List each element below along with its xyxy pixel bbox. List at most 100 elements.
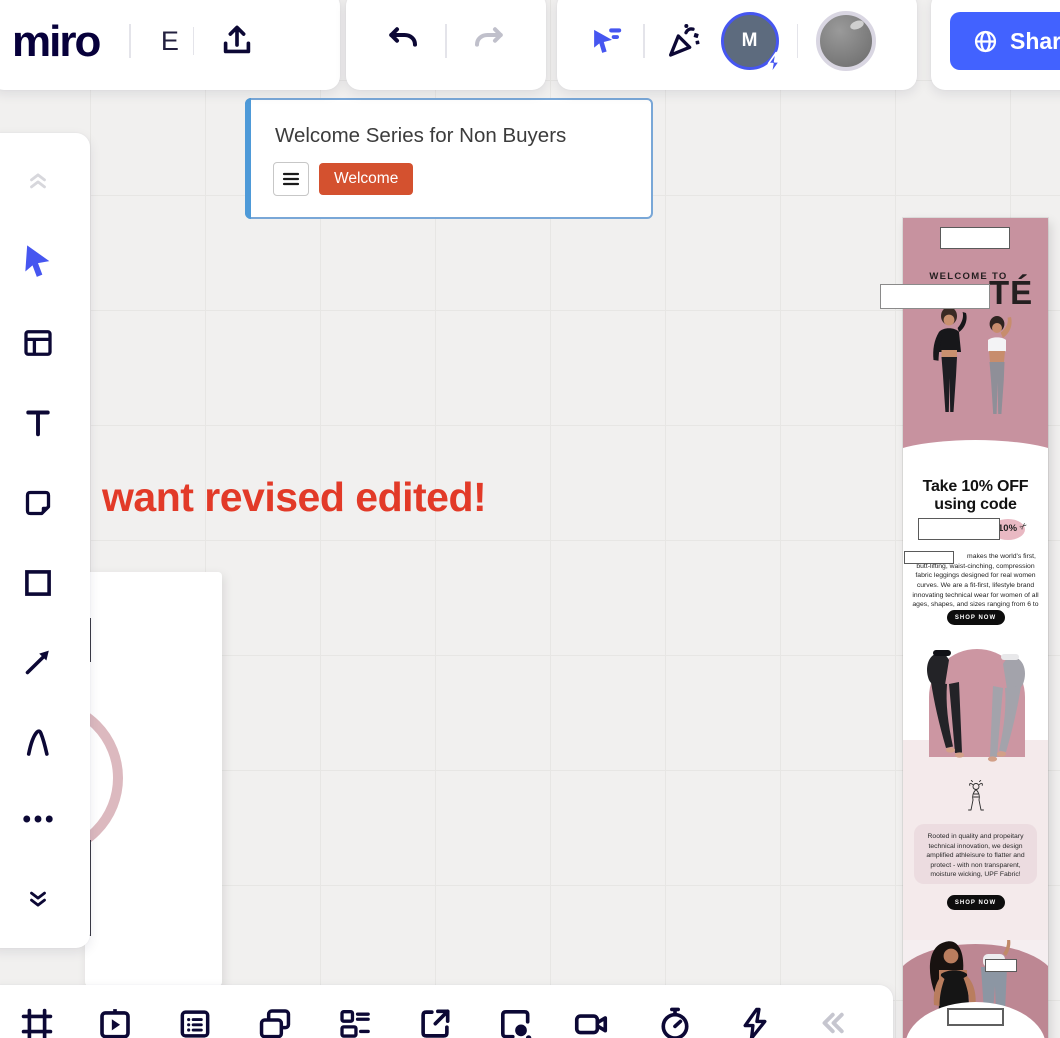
ellipsis-icon xyxy=(23,815,53,823)
email-quality-blurb: Rooted in quality and propeitary technic… xyxy=(914,824,1037,884)
leggings-illustration xyxy=(927,650,1025,762)
divider xyxy=(129,24,131,58)
video-button[interactable] xyxy=(572,1005,610,1038)
export-view-button[interactable] xyxy=(416,1005,454,1038)
recording-button[interactable] xyxy=(496,1005,534,1038)
redaction-box-brandname xyxy=(904,551,954,564)
user-avatar-photo[interactable] xyxy=(816,11,876,71)
chevrons-down-icon xyxy=(30,891,46,907)
sticky-note-tool[interactable] xyxy=(20,485,56,521)
collaborator-avatar[interactable]: M xyxy=(720,12,780,75)
divider xyxy=(643,24,645,58)
chevrons-up-icon xyxy=(30,173,46,189)
cards-button[interactable] xyxy=(256,1005,294,1038)
canvas-annotation-text[interactable]: want revised edited! xyxy=(102,474,487,521)
redaction-box-logo xyxy=(940,227,1010,249)
topbar-share-card: Share xyxy=(931,0,1060,90)
undo-icon xyxy=(389,27,418,47)
arrow-icon xyxy=(25,650,49,675)
more-tools-button[interactable] xyxy=(20,809,56,829)
lightning-icon xyxy=(743,1007,767,1038)
align-left-button[interactable] xyxy=(273,162,309,196)
text-tool[interactable] xyxy=(20,405,56,441)
text-icon xyxy=(26,410,50,437)
welcome-tag[interactable]: Welcome xyxy=(319,163,414,195)
pen-tool[interactable] xyxy=(20,724,56,760)
square-icon xyxy=(25,570,51,596)
email-bottom-section xyxy=(903,940,1048,1038)
frame-card-accent xyxy=(245,98,251,219)
scroll-tools-down-button[interactable] xyxy=(24,885,52,911)
sheet-ring-graphic xyxy=(85,698,123,858)
topbar-history-card xyxy=(346,0,546,90)
undo-button[interactable] xyxy=(385,23,421,59)
export-board-button[interactable] xyxy=(218,22,256,60)
follow-cursor-button[interactable] xyxy=(587,22,625,60)
redaction-box-footer xyxy=(947,1008,1004,1026)
redaction-box-brand-headline xyxy=(880,284,990,309)
select-cursor-icon xyxy=(25,245,50,277)
frame-layout-icon xyxy=(24,330,52,356)
frame-title: Welcome Series for Non Buyers xyxy=(275,124,567,147)
chevrons-left-icon xyxy=(822,1012,844,1034)
cards-icon xyxy=(259,1009,291,1038)
connector-tool[interactable] xyxy=(20,644,56,680)
miro-logo[interactable]: miro xyxy=(12,18,101,64)
redaction-box-code xyxy=(918,518,1000,540)
share-label: Share xyxy=(1010,27,1060,54)
upload-icon xyxy=(224,25,251,54)
bolt-badge-icon xyxy=(763,51,785,75)
notes-list-icon xyxy=(180,1010,210,1038)
discount-code-visible: 10% xyxy=(998,523,1018,534)
sticky-note-icon xyxy=(25,490,51,516)
divider xyxy=(192,27,195,55)
globe-icon xyxy=(974,30,997,52)
divider xyxy=(445,24,447,58)
pen-icon xyxy=(26,729,49,756)
timer-button[interactable] xyxy=(656,1005,694,1038)
tool-panel xyxy=(0,133,90,948)
hero-curve xyxy=(903,440,1048,470)
frames-icon xyxy=(21,1008,53,1038)
board-name[interactable]: E xyxy=(161,26,179,57)
select-tool[interactable] xyxy=(18,241,58,281)
divider xyxy=(796,24,798,58)
avatar-initial: M xyxy=(741,30,758,51)
reactions-button[interactable] xyxy=(663,21,703,61)
notes-button[interactable] xyxy=(176,1005,214,1038)
present-button[interactable] xyxy=(96,1005,134,1038)
bottom-toolbar xyxy=(0,985,893,1038)
email-design-mockup[interactable]: WELCOME TO TÉ Take 10% OFF using code 10… xyxy=(903,218,1048,1038)
quick-actions-button[interactable] xyxy=(736,1005,774,1038)
layout-grid-icon xyxy=(340,1009,370,1038)
shape-tool[interactable] xyxy=(20,565,56,601)
sketch-figure-icon xyxy=(968,780,984,811)
redaction-box-small xyxy=(985,959,1017,972)
share-button[interactable]: Share xyxy=(950,12,1060,70)
presentation-play-icon xyxy=(100,1009,130,1038)
topbar-main-card: miro E xyxy=(0,0,340,90)
redo-icon xyxy=(474,27,503,47)
layout-button[interactable] xyxy=(336,1005,374,1038)
video-camera-icon xyxy=(574,1014,608,1035)
align-left-icon xyxy=(282,172,300,186)
email-offer-section: Take 10% OFF using code 10% ✂ makes the w… xyxy=(903,470,1048,640)
open-external-icon xyxy=(421,1009,450,1038)
templates-tool[interactable] xyxy=(20,325,56,361)
frame-title-card[interactable]: Welcome Series for Non Buyers Welcome xyxy=(245,98,653,219)
cursor-box-icon xyxy=(500,1009,532,1038)
email-hero-section: WELCOME TO TÉ xyxy=(903,218,1048,470)
collapse-toolbar-button[interactable] xyxy=(814,1005,850,1038)
redo-button[interactable] xyxy=(471,23,507,59)
frames-tool-button[interactable] xyxy=(18,1005,56,1038)
topbar-collab-card: M xyxy=(557,0,917,90)
follow-cursor-icon xyxy=(594,28,622,53)
email-leggings-section: Rooted in quality and propeitary technic… xyxy=(903,640,1048,940)
party-popper-icon xyxy=(668,24,700,57)
shop-now-button-2[interactable]: SHOP NOW xyxy=(946,895,1005,910)
canvas-sheet-partial[interactable] xyxy=(85,572,222,986)
shop-now-button[interactable]: SHOP NOW xyxy=(946,610,1005,625)
scroll-tools-up-button[interactable] xyxy=(24,169,52,195)
timer-icon xyxy=(661,1007,689,1038)
offer-title: Take 10% OFF using code xyxy=(922,478,1029,513)
